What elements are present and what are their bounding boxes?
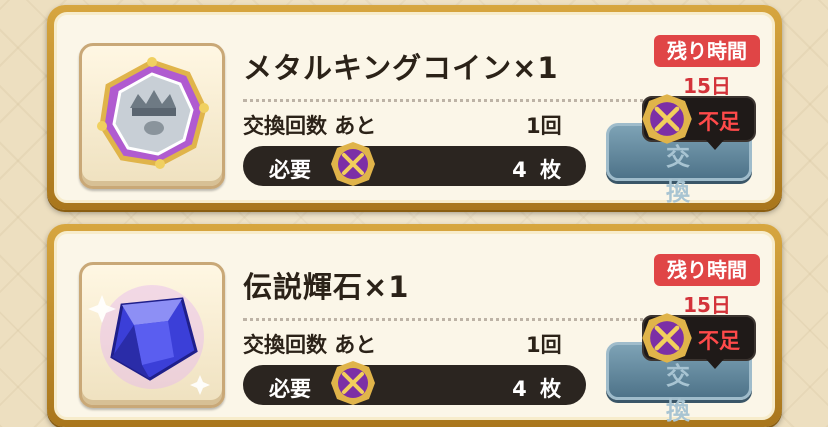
exchange-button-label: 交 換 — [666, 362, 716, 425]
legend-gem-icon — [88, 285, 210, 395]
exchange-count-remaining: 1回 — [526, 333, 562, 357]
offer-card-legend-gem: 伝説輝石×1 残り時間 15日 交換回数 あと 1回 必要 4 枚 交 換 不足 — [47, 224, 782, 427]
shortage-label: 不足 — [698, 110, 740, 134]
medal-icon — [642, 94, 692, 144]
medal-icon — [642, 313, 692, 363]
item-name: メタルキングコイン×1 — [243, 51, 559, 85]
medal-icon — [331, 142, 375, 186]
exchange-count-remaining: 1回 — [526, 114, 562, 138]
required-count: 4 枚 — [512, 158, 564, 182]
exchange-count-label: 交換回数 あと — [243, 114, 377, 138]
shortage-tooltip: 不足 — [642, 94, 756, 150]
required-count: 4 枚 — [512, 377, 564, 401]
item-name: 伝説輝石×1 — [243, 270, 410, 304]
metal-king-coin-icon — [97, 57, 209, 169]
required-label: 必要 — [269, 377, 311, 401]
exchange-button-label: 交 換 — [666, 143, 716, 206]
time-left-badge: 残り時間 — [654, 35, 760, 67]
offer-card-body: メタルキングコイン×1 残り時間 15日 交換回数 あと 1回 必要 4 枚 交… — [54, 12, 775, 206]
offer-card-metal-king-coin: メタルキングコイン×1 残り時間 15日 交換回数 あと 1回 必要 4 枚 交… — [47, 5, 782, 210]
medal-icon — [331, 361, 375, 405]
required-cost-bar: 必要 4 枚 — [243, 142, 586, 186]
shortage-tooltip: 不足 — [642, 313, 756, 369]
legend-gem-thumbnail — [79, 262, 225, 408]
required-label: 必要 — [269, 158, 311, 182]
time-left-badge: 残り時間 — [654, 254, 760, 286]
exchange-count-label: 交換回数 あと — [243, 333, 377, 357]
required-cost-bar: 必要 4 枚 — [243, 361, 586, 405]
metal-king-coin-thumbnail — [79, 43, 225, 189]
shortage-label: 不足 — [698, 329, 740, 353]
offer-card-body: 伝説輝石×1 残り時間 15日 交換回数 あと 1回 必要 4 枚 交 換 不足 — [54, 231, 775, 425]
